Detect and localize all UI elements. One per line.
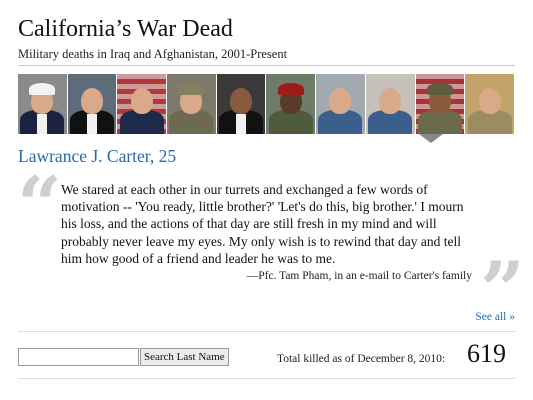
divider: [18, 65, 515, 66]
portrait-thumbnail[interactable]: [365, 74, 415, 134]
portrait-thumbnail[interactable]: [67, 74, 117, 134]
portrait-thumbnail[interactable]: [117, 74, 167, 134]
quote-text: We stared at each other in our turrets a…: [61, 182, 464, 266]
total-killed-label: Total killed as of December 8, 2010:: [277, 353, 446, 365]
last-name-search-input[interactable]: [18, 348, 139, 366]
divider: [18, 378, 515, 379]
see-all-link[interactable]: See all »: [475, 311, 515, 323]
quote-attribution: —Pfc. Tam Pham, in an e-mail to Carter's…: [246, 270, 472, 282]
portrait-thumbnail[interactable]: [167, 74, 216, 134]
selected-portrait-pointer: [419, 134, 443, 143]
page-subtitle: Military deaths in Iraq and Afghanistan,…: [18, 47, 288, 61]
total-killed-count: 619: [467, 339, 506, 368]
portrait-thumbnail[interactable]: [266, 74, 316, 134]
divider: [18, 331, 515, 332]
portrait-strip: [18, 74, 515, 134]
portrait-thumbnail[interactable]: [316, 74, 365, 134]
portrait-thumbnail[interactable]: [465, 74, 514, 134]
page-title: California’s War Dead: [18, 16, 233, 42]
search-last-name-button[interactable]: Search Last Name: [140, 348, 229, 366]
portrait-thumbnail[interactable]: [18, 74, 67, 134]
open-quote-icon: “: [17, 160, 62, 251]
portrait-thumbnail[interactable]: [415, 74, 465, 134]
portrait-thumbnail[interactable]: [216, 74, 266, 134]
